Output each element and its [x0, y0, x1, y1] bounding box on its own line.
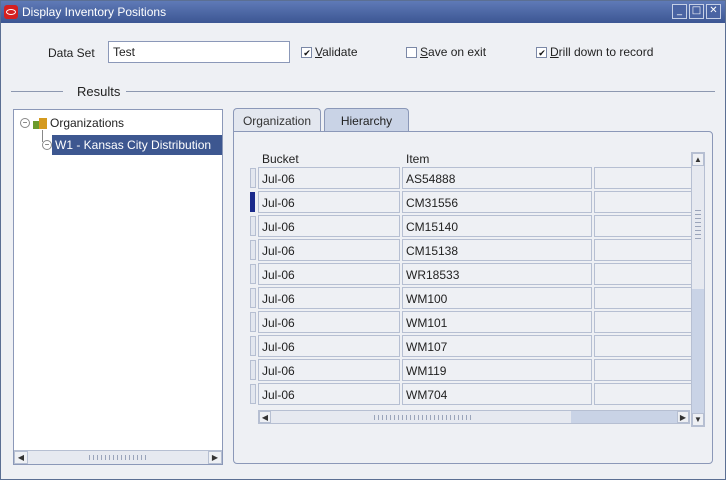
cell-extra[interactable] — [594, 287, 694, 309]
table-row[interactable]: Jul-06 CM31556 — [250, 191, 694, 213]
table-row[interactable]: Jul-06 WM100 — [250, 287, 694, 309]
scroll-grip[interactable] — [89, 455, 149, 460]
results-divider-left — [11, 91, 63, 92]
cell-item[interactable]: WR18533 — [402, 263, 592, 285]
drill-down-checkbox[interactable]: Drill down to record — [536, 45, 653, 59]
row-indicator[interactable] — [250, 168, 256, 188]
scroll-up-icon[interactable]: ▲ — [692, 153, 704, 166]
cell-bucket-name[interactable]: Jul-06 — [258, 215, 400, 237]
table-row[interactable]: Jul-06 CM15138 — [250, 239, 694, 261]
tab-organization[interactable]: Organization — [233, 108, 321, 132]
scroll-left-icon[interactable]: ◀ — [259, 411, 271, 423]
cell-item[interactable]: WM101 — [402, 311, 592, 333]
cell-bucket-name[interactable]: Jul-06 — [258, 263, 400, 285]
row-indicator[interactable] — [250, 336, 256, 356]
scroll-track[interactable] — [692, 289, 704, 413]
scroll-grip[interactable] — [695, 209, 701, 239]
cell-extra[interactable] — [594, 263, 694, 285]
organization-tree[interactable]: − Organizations − W1 - Kansas City Distr… — [13, 109, 223, 465]
cell-item[interactable]: WM704 — [402, 383, 592, 405]
results-divider-right — [125, 91, 715, 92]
window-controls: _ □ ✕ — [672, 4, 721, 19]
title-bar[interactable]: Display Inventory Positions _ □ ✕ — [1, 1, 725, 23]
cell-extra[interactable] — [594, 311, 694, 333]
cell-extra[interactable] — [594, 239, 694, 261]
grid-vertical-scrollbar[interactable]: ▲ ▼ — [691, 152, 705, 427]
table-row[interactable]: Jul-06 CM15140 — [250, 215, 694, 237]
cell-bucket-name[interactable]: Jul-06 — [258, 383, 400, 405]
tab-hierarchy[interactable]: Hierarchy — [324, 108, 409, 133]
cell-extra[interactable] — [594, 191, 694, 213]
column-header-item: Item — [406, 152, 430, 166]
scroll-right-icon[interactable]: ▶ — [208, 451, 222, 464]
tree-node-organizations[interactable]: − Organizations — [20, 116, 124, 130]
row-indicator[interactable] — [250, 360, 256, 380]
tree-node-label: Organizations — [50, 116, 125, 130]
cell-bucket-name[interactable]: Jul-06 — [258, 335, 400, 357]
tree-horizontal-scrollbar[interactable]: ◀ ▶ — [14, 450, 222, 464]
scroll-track[interactable] — [571, 411, 677, 423]
row-indicator[interactable] — [250, 384, 256, 404]
app-window: Display Inventory Positions _ □ ✕ Data S… — [0, 0, 726, 480]
save-on-exit-checkbox[interactable]: Save on exit — [406, 45, 486, 59]
tree-node-w1[interactable]: − W1 - Kansas City Distribution — [42, 135, 222, 155]
table-row[interactable]: Jul-06 WM107 — [250, 335, 694, 357]
close-icon[interactable]: ✕ — [706, 4, 721, 19]
cell-item[interactable]: WM119 — [402, 359, 592, 381]
scroll-right-icon[interactable]: ▶ — [677, 411, 689, 423]
hierarchy-panel: Bucket Name Item Jul-06AS54888Jul-06CM31… — [233, 131, 713, 464]
data-set-input[interactable] — [108, 41, 290, 63]
collapse-icon[interactable]: − — [42, 140, 52, 150]
drill-down-check-icon[interactable] — [536, 46, 547, 58]
table-row[interactable]: Jul-06 WM119 — [250, 359, 694, 381]
table-row[interactable]: Jul-06 WM101 — [250, 311, 694, 333]
cell-item[interactable]: CM15138 — [402, 239, 592, 261]
row-indicator[interactable] — [250, 192, 255, 212]
cell-bucket-name[interactable]: Jul-06 — [258, 287, 400, 309]
cell-extra[interactable] — [594, 383, 694, 405]
cell-bucket-name[interactable]: Jul-06 — [258, 191, 400, 213]
collapse-icon[interactable]: − — [20, 118, 30, 128]
scroll-down-icon[interactable]: ▼ — [692, 413, 704, 426]
cell-item[interactable]: AS54888 — [402, 167, 592, 189]
data-set-label: Data Set — [48, 46, 95, 60]
save-on-exit-check-icon[interactable] — [406, 46, 417, 58]
scroll-grip[interactable] — [374, 415, 474, 420]
cell-bucket-name[interactable]: Jul-06 — [258, 239, 400, 261]
validate-check-icon[interactable] — [301, 46, 312, 58]
results-heading: Results — [71, 84, 127, 99]
scroll-left-icon[interactable]: ◀ — [14, 451, 28, 464]
cell-item[interactable]: CM31556 — [402, 191, 592, 213]
cell-extra[interactable] — [594, 167, 694, 189]
cell-item[interactable]: WM100 — [402, 287, 592, 309]
maximize-icon[interactable]: □ — [689, 4, 704, 19]
row-indicator[interactable] — [250, 288, 256, 308]
cell-bucket-name[interactable]: Jul-06 — [258, 167, 400, 189]
grid-horizontal-scrollbar[interactable]: ◀ ▶ — [258, 410, 690, 424]
row-indicator[interactable] — [250, 240, 256, 260]
cell-item[interactable]: CM15140 — [402, 215, 592, 237]
table-row[interactable]: Jul-06 WR18533 — [250, 263, 694, 285]
tree-node-label: W1 - Kansas City Distribution — [52, 135, 222, 155]
cell-extra[interactable] — [594, 335, 694, 357]
table-row[interactable]: Jul-06 WM704 — [250, 383, 694, 405]
row-indicator[interactable] — [250, 312, 256, 332]
cell-item[interactable]: WM107 — [402, 335, 592, 357]
cell-extra[interactable] — [594, 215, 694, 237]
window-title: Display Inventory Positions — [22, 5, 167, 19]
cell-extra[interactable] — [594, 359, 694, 381]
organization-icon — [33, 117, 47, 129]
table-row[interactable]: Jul-06 AS54888 — [250, 167, 694, 189]
oracle-app-icon — [4, 5, 18, 19]
cell-bucket-name[interactable]: Jul-06 — [258, 311, 400, 333]
minimize-icon[interactable]: _ — [672, 4, 687, 19]
cell-bucket-name[interactable]: Jul-06 — [258, 359, 400, 381]
row-indicator[interactable] — [250, 264, 256, 284]
validate-checkbox[interactable]: Validate — [301, 45, 358, 59]
row-indicator[interactable] — [250, 216, 256, 236]
